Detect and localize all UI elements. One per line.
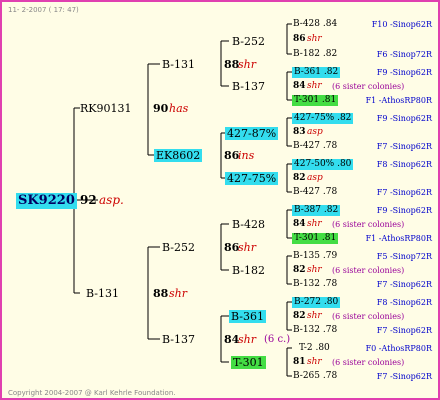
gen1-name: shr: [169, 287, 187, 300]
gen4-origin: F7 -Sinop62R: [376, 188, 432, 197]
gen1-name: has: [169, 102, 189, 115]
gen4-name: shr: [307, 219, 322, 229]
gen3-id[interactable]: 427-87%: [225, 127, 279, 140]
gen3-id[interactable]: B-428: [232, 218, 265, 231]
gen4-origin: F7 -Sinop62R: [376, 280, 432, 289]
gen4-sisters: (6 sister colonies): [332, 220, 405, 229]
gen4-gen: 86: [293, 34, 306, 44]
gen4-origin: F1 -AthosRP80R: [365, 234, 432, 243]
gen4-origin: F9 -Sinop62R: [376, 68, 432, 77]
pedigree-frame: 11- 2-2007 ( 17: 47) SK9220 92 asp. RK90…: [0, 0, 440, 400]
gen4-gen: 82: [293, 265, 306, 275]
gen3-id[interactable]: 427-75%: [225, 172, 279, 185]
gen1-gen: 88: [153, 287, 169, 300]
gen4-gen: 84: [293, 219, 306, 229]
gen4-sisters: (6 sister colonies): [332, 358, 405, 367]
gen4-origin: F9 -Sinop62R: [376, 114, 432, 123]
root-name: asp.: [99, 193, 124, 207]
gen1-id[interactable]: B-131: [86, 287, 119, 300]
gen4-origin: F0 -AthosRP80R: [365, 344, 432, 353]
gen1-gen: 90: [153, 102, 169, 115]
gen4-origin: F9 -Sinop62R: [376, 206, 432, 215]
gen2-id[interactable]: B-137: [162, 333, 195, 346]
gen2-name: shr: [238, 333, 256, 346]
gen4-gen: 83: [293, 127, 306, 137]
gen4-gen: 81: [293, 357, 306, 367]
gen4-name: shr: [307, 81, 322, 91]
gen4-origin: F7 -Sinop62R: [376, 142, 432, 151]
gen4-id[interactable]: B-265 .78: [293, 371, 337, 382]
gen2-note: (6 c.): [264, 334, 291, 345]
gen3-id[interactable]: T-301: [231, 356, 266, 369]
gen2-name: shr: [238, 241, 256, 254]
gen4-origin: F7 -Sinop62R: [376, 372, 432, 381]
gen4-name: shr: [307, 311, 322, 321]
gen2-name: shr: [238, 58, 256, 71]
gen2-id[interactable]: EK8602: [154, 149, 203, 162]
gen4-origin: F6 -Sinop72R: [376, 50, 432, 59]
gen4-id[interactable]: B-132 .78: [293, 279, 337, 290]
gen4-sisters: (6 sister colonies): [332, 312, 405, 321]
gen4-id[interactable]: T-2 .80: [299, 343, 330, 354]
gen4-origin: F8 -Sinop62R: [376, 160, 432, 169]
gen4-origin: F8 -Sinop62R: [376, 298, 432, 307]
gen4-name: shr: [307, 357, 322, 367]
gen2-id[interactable]: B-131: [162, 58, 195, 71]
gen2-name: ins: [238, 149, 255, 162]
gen4-name: shr: [307, 265, 322, 275]
root-gen: 92: [80, 193, 97, 207]
gen3-id[interactable]: B-137: [232, 80, 265, 93]
copyright: Copyright 2004-2007 @ Karl Kehrle Founda…: [8, 389, 176, 397]
gen4-id[interactable]: B-132 .78: [293, 325, 337, 336]
gen4-id[interactable]: B-427 .78: [293, 141, 337, 152]
gen4-origin: F7 -Sinop62R: [376, 326, 432, 335]
gen4-origin: F1 -AthosRP80R: [365, 96, 432, 105]
gen4-name: asp: [307, 127, 323, 137]
gen4-name: shr: [307, 34, 322, 44]
gen2-id[interactable]: B-252: [162, 241, 195, 254]
gen4-id[interactable]: B-182 .82: [293, 49, 337, 60]
gen4-sisters: (6 sister colonies): [332, 266, 405, 275]
gen4-id[interactable]: B-135 .79: [293, 251, 337, 262]
gen1-id[interactable]: RK90131: [80, 102, 132, 115]
gen4-id[interactable]: B-428 .84: [293, 19, 337, 30]
gen3-id[interactable]: B-361: [229, 310, 266, 323]
gen4-name: asp: [307, 173, 323, 183]
gen4-id[interactable]: B-427 .78: [293, 187, 337, 198]
gen4-gen: 84: [293, 81, 306, 91]
gen4-origin: F5 -Sinop72R: [376, 252, 432, 261]
root-queen-id[interactable]: SK9220: [16, 193, 77, 209]
gen4-origin: F10 -Sinop62R: [371, 20, 432, 29]
gen4-gen: 82: [293, 311, 306, 321]
gen4-gen: 82: [293, 173, 306, 183]
gen3-id[interactable]: B-252: [232, 35, 265, 48]
gen3-id[interactable]: B-182: [232, 264, 265, 277]
gen4-sisters: (6 sister colonies): [332, 82, 405, 91]
